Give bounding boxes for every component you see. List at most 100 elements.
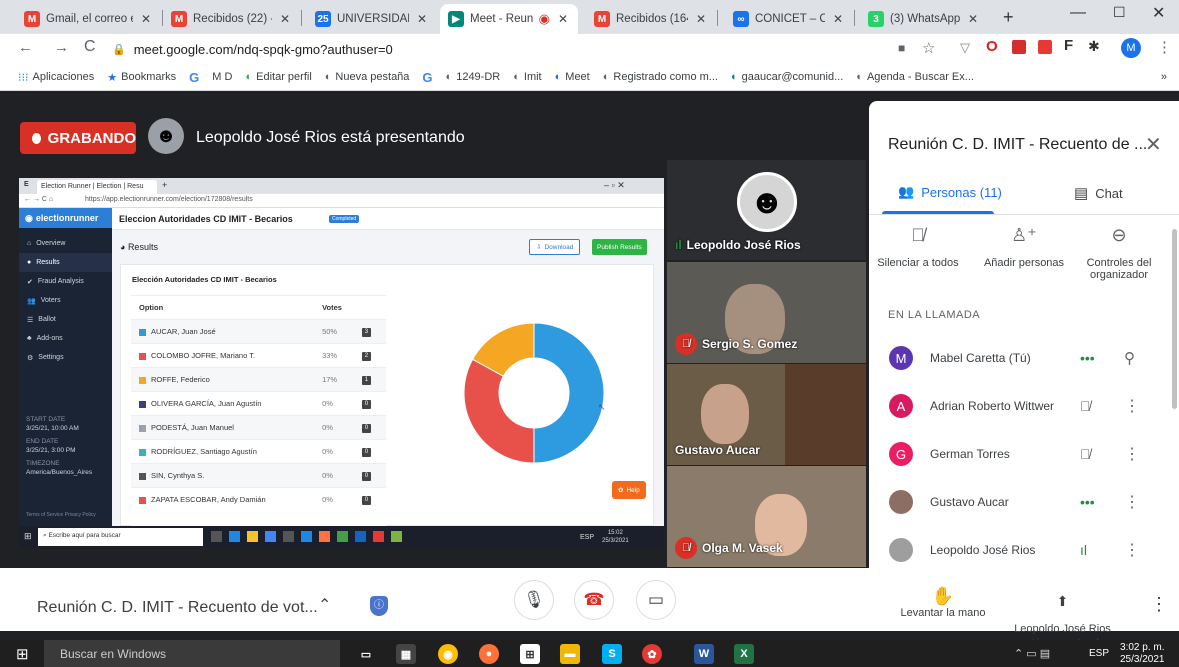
bookmark-item[interactable]: ◐ 1249-DR <box>446 71 501 83</box>
calculator-icon[interactable]: ▦ <box>396 644 416 664</box>
more-options-icon[interactable]: ⋮ <box>1150 594 1168 615</box>
app-icon[interactable]: ✿ <box>642 644 662 664</box>
bookmark-item[interactable]: ◐ Meet <box>555 71 590 83</box>
pin-icon[interactable]: ⚲ <box>1124 349 1135 367</box>
leave-call-button[interactable]: ☎ <box>574 580 614 620</box>
browser-tab[interactable]: 3 (3) WhatsApp ✕ <box>860 4 988 34</box>
er-footer-links[interactable]: Terms of Service Privacy Policy <box>26 512 96 518</box>
url-field[interactable]: 🔒 meet.google.com/ndq-spqk-gmo?authuser=… <box>112 37 877 61</box>
camera-indicator-icon[interactable]: ■ <box>898 41 905 55</box>
firefox-icon[interactable]: ● <box>479 644 499 664</box>
tray-icons[interactable]: ⌃ ▭ ▤ <box>1014 647 1050 660</box>
new-tab-button[interactable]: + <box>1003 7 1014 28</box>
bookmark-item[interactable]: ⁝⁝⁝ Aplicaciones <box>18 71 94 84</box>
microphone-button[interactable]: 🎙 <box>514 580 554 620</box>
extension-f-icon[interactable]: F <box>1064 37 1073 54</box>
more-options-icon[interactable]: ⋮ <box>1124 540 1140 560</box>
tab-chat[interactable]: ▤ Chat <box>1074 184 1123 202</box>
more-options-icon[interactable]: ⋮ <box>1124 396 1140 416</box>
reload-icon[interactable]: C <box>84 38 96 56</box>
extension-icon[interactable] <box>1012 40 1026 54</box>
windows-search-box[interactable]: Buscar en Windows <box>44 640 340 667</box>
close-window-icon[interactable]: ✕ <box>1152 3 1165 23</box>
profile-avatar[interactable]: M <box>1121 38 1141 58</box>
browser-tab[interactable]: M Recibidos (22) - in ✕ <box>163 4 300 34</box>
browser-tab[interactable]: ∞ CONICET – Convo ✕ <box>725 4 853 34</box>
panel-scrollbar[interactable] <box>1172 229 1177 409</box>
publish-results-button[interactable]: Publish Results <box>592 239 647 255</box>
browser-tab[interactable]: M Recibidos (164) - ✕ <box>586 4 716 34</box>
participant-tile[interactable]: 🎙̸ Sergio S. Gomez <box>667 262 866 363</box>
minimize-icon[interactable]: — <box>1070 4 1086 22</box>
bookmark-item[interactable]: ◐ Imit <box>513 71 541 83</box>
browser-tab[interactable]: ▶ Meet - Reuni ◉ ✕ <box>440 4 578 34</box>
participant-tile[interactable]: 🎙̸ Olga M. Vasek <box>667 466 866 567</box>
close-panel-icon[interactable]: ✕ <box>1145 132 1162 157</box>
mute-all-button[interactable]: 🎙̸ Silenciar a todos <box>873 226 963 269</box>
system-clock[interactable]: 3:02 p. m. 25/3/2021 <box>1120 642 1165 666</box>
back-icon[interactable]: ← <box>18 39 33 56</box>
maximize-icon[interactable]: ☐ <box>1113 4 1126 21</box>
file-explorer-icon[interactable]: ▬ <box>560 644 580 664</box>
bookmark-item[interactable]: ◐ Editar perfil <box>245 71 311 83</box>
more-options-icon[interactable]: ⋮ <box>1124 492 1140 512</box>
camera-button[interactable]: ▭ <box>636 580 676 620</box>
er-nav-item[interactable]: ⚙ Settings <box>19 348 112 367</box>
participant-row[interactable]: G German Torres 🎙̸ ⋮ <box>869 430 1179 478</box>
close-tab-icon[interactable]: ✕ <box>139 12 153 26</box>
input-language[interactable]: ESP <box>1089 648 1109 659</box>
host-controls-button[interactable]: ⊖ Controles del organizador <box>1074 226 1164 281</box>
participant-row[interactable]: A Adrian Roberto Wittwer 🎙̸ ⋮ <box>869 382 1179 430</box>
forward-icon[interactable]: → <box>54 39 69 56</box>
close-tab-icon[interactable]: ✕ <box>278 12 292 26</box>
chrome-icon[interactable]: ◉ <box>438 644 458 664</box>
er-nav-item[interactable]: 👥 Voters <box>19 291 112 310</box>
er-nav-item[interactable]: ⌂ Overview <box>19 234 112 253</box>
add-people-button[interactable]: ♙⁺ Añadir personas <box>979 226 1069 269</box>
bookmark-item[interactable]: ◐ Registrado como m... <box>603 71 718 83</box>
excel-icon[interactable]: X <box>734 644 754 664</box>
participant-tile[interactable]: Gustavo Aucar <box>667 364 866 465</box>
bookmark-item[interactable]: G <box>189 70 199 85</box>
er-nav-item[interactable]: ☰ Ballot <box>19 310 112 329</box>
opera-icon[interactable]: O <box>986 38 998 55</box>
er-nav-item[interactable]: ♣ Add-ons <box>19 329 112 348</box>
star-icon[interactable]: ☆ <box>922 39 935 57</box>
participant-tile[interactable]: ☻ ıl Leopoldo José Rios <box>667 160 866 260</box>
bookmark-item[interactable]: M D <box>212 71 232 83</box>
close-tab-icon[interactable]: ✕ <box>694 12 708 26</box>
er-nav-item[interactable]: ● Results <box>19 253 112 272</box>
download-button[interactable]: ⇩ Download <box>529 239 581 255</box>
participant-row[interactable]: Leopoldo José Rios ıl ⋮ <box>869 526 1179 574</box>
extension-shield-icon[interactable]: ▽ <box>960 40 970 56</box>
bookmark-item[interactable]: ◐ gaaucar@comunid... <box>731 71 843 83</box>
word-icon[interactable]: W <box>694 644 714 664</box>
er-nav-item[interactable]: ✔ Fraud Analysis <box>19 272 112 291</box>
pdf-extension-icon[interactable] <box>1038 40 1052 54</box>
task-view-icon[interactable]: ▭ <box>356 644 376 664</box>
browser-menu-icon[interactable]: ⋮ <box>1157 38 1172 56</box>
bookmark-item[interactable]: ★ Bookmarks <box>107 71 176 84</box>
chevron-up-icon[interactable]: ⌃ <box>318 595 331 615</box>
security-shield-icon[interactable]: ⓘ <box>370 596 388 616</box>
bookmarks-overflow-icon[interactable]: » <box>1161 71 1167 83</box>
windows-start-icon[interactable]: ⊞ <box>16 645 29 663</box>
store-icon[interactable]: ⊞ <box>520 644 540 664</box>
participant-row[interactable]: M Mabel Caretta (Tú) ••• ⚲ <box>869 334 1179 382</box>
close-tab-icon[interactable]: ✕ <box>415 12 429 26</box>
close-tab-icon[interactable]: ✕ <box>966 12 980 26</box>
bookmark-item[interactable]: ◐ Agenda - Buscar Ex... <box>856 71 974 83</box>
participant-row[interactable]: Gustavo Aucar ••• ⋮ <box>869 478 1179 526</box>
skype-icon[interactable]: S <box>602 644 622 664</box>
bookmark-item[interactable]: G <box>422 70 432 85</box>
close-tab-icon[interactable]: ✕ <box>831 12 845 26</box>
help-button[interactable]: ✿ Help <box>612 481 646 499</box>
bookmark-item[interactable]: ◐ Nueva pestaña <box>325 71 410 83</box>
tab-people[interactable]: 👥 Personas (11) <box>898 184 1002 200</box>
extensions-puzzle-icon[interactable]: ✱ <box>1088 38 1100 55</box>
close-tab-icon[interactable]: ✕ <box>556 12 570 26</box>
browser-tab[interactable]: M Gmail, el correo el ✕ <box>16 4 161 34</box>
more-options-icon[interactable]: ⋮ <box>1124 444 1140 464</box>
browser-tab[interactable]: 25 UNIVERSIDAD NA ✕ <box>307 4 437 34</box>
raise-hand-button[interactable]: ✋ Levantar la mano <box>898 586 988 619</box>
